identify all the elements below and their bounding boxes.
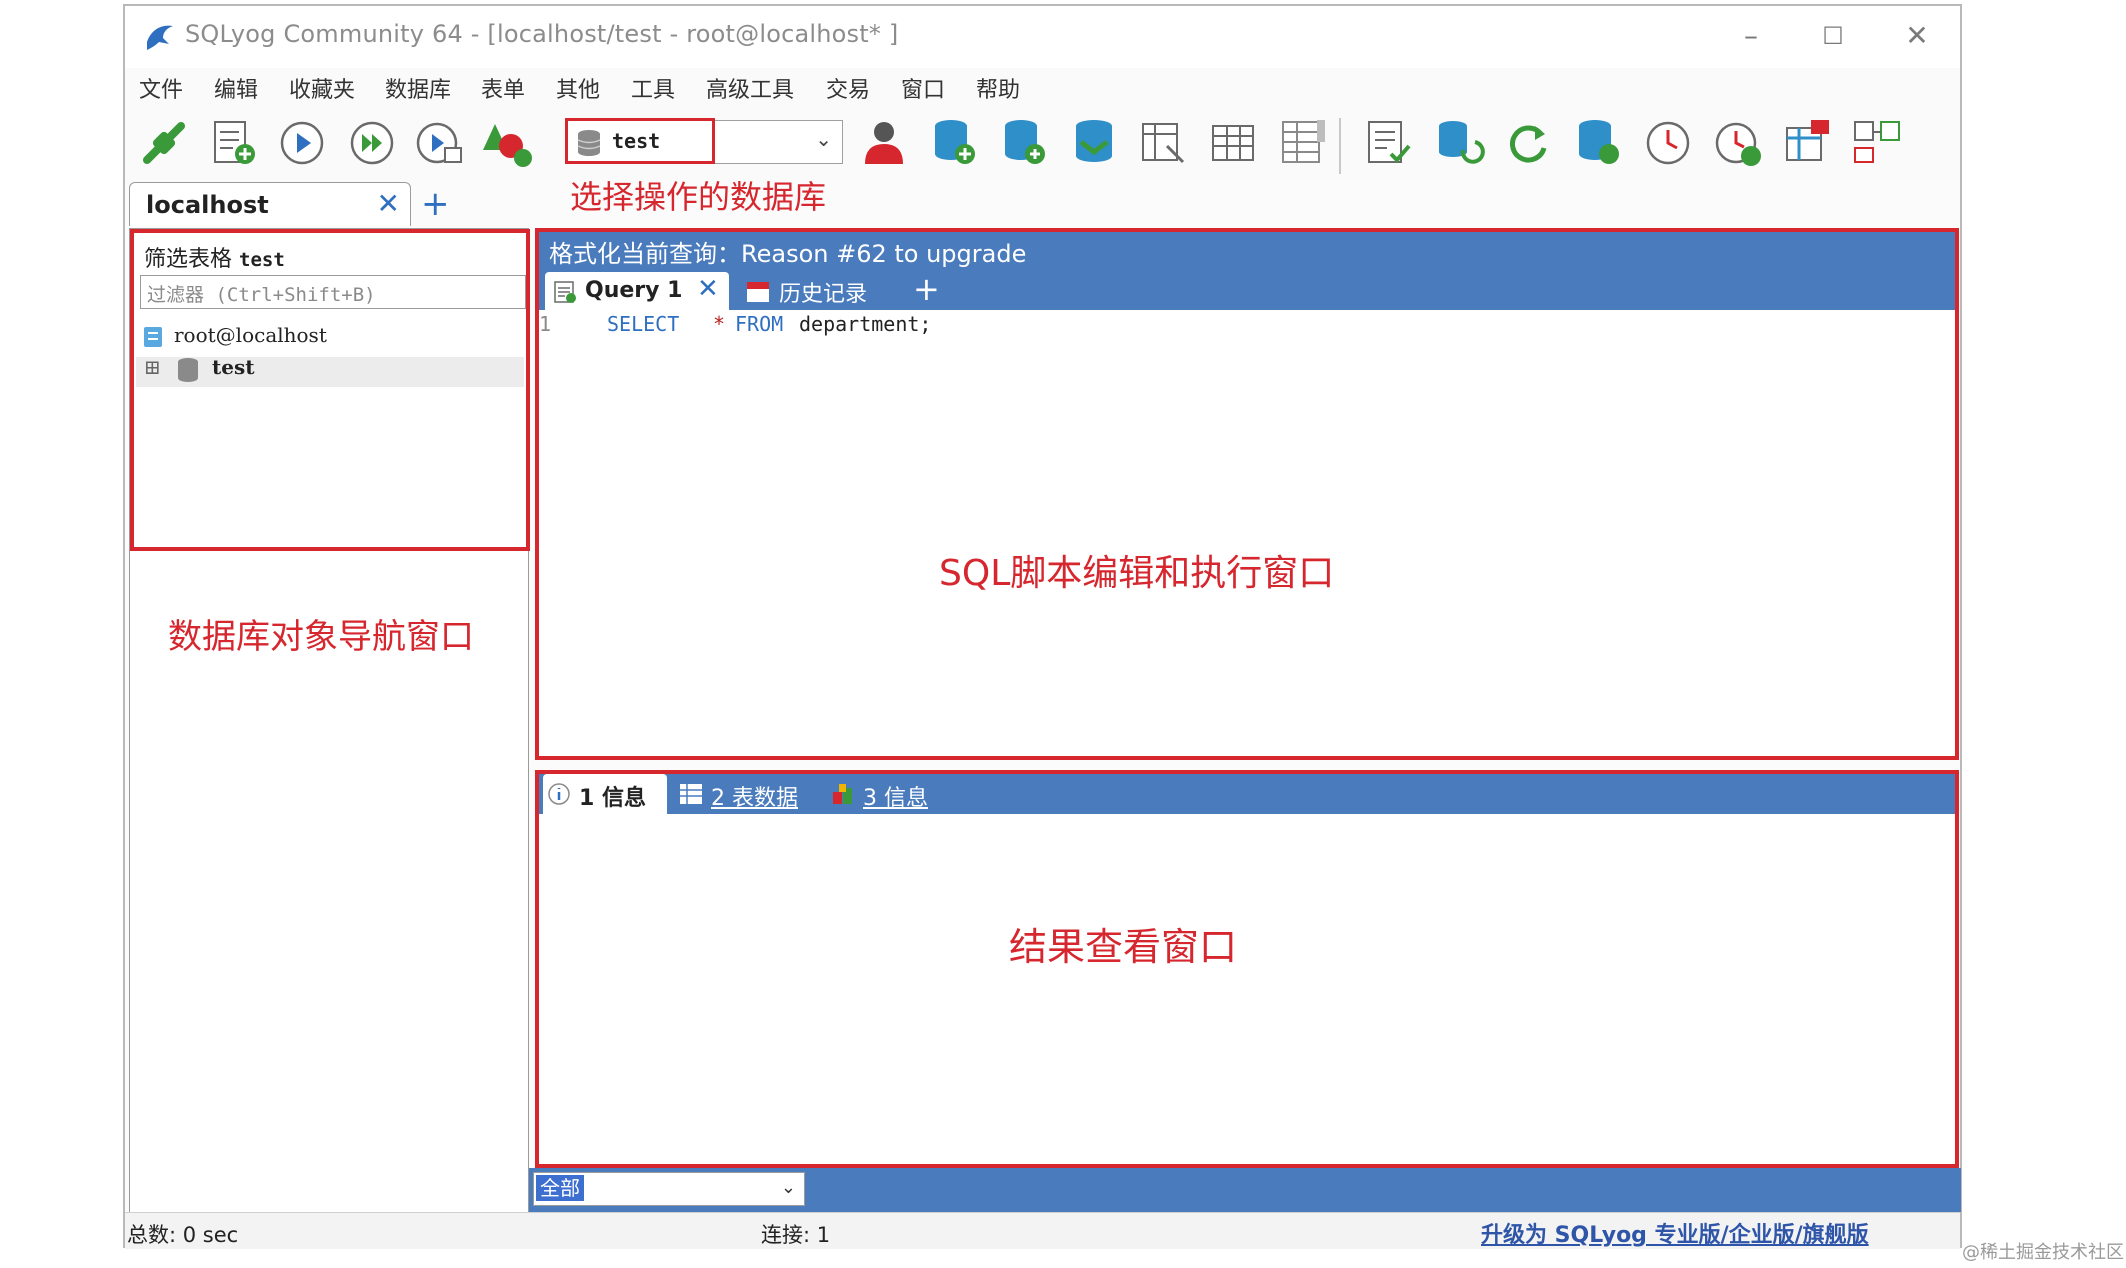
connection-tab-localhost[interactable]: localhost ✕ bbox=[129, 182, 411, 226]
menu-bar: 文件 编辑 收藏夹 数据库 表单 其他 工具 高级工具 交易 窗口 帮助 bbox=[125, 68, 1960, 106]
job-history-icon[interactable] bbox=[1711, 116, 1765, 170]
db-select-highlight bbox=[565, 118, 715, 164]
results-filter-value: 全部 bbox=[536, 1175, 584, 1201]
table-diagnostics-icon[interactable] bbox=[1137, 116, 1191, 170]
menu-database[interactable]: 数据库 bbox=[385, 72, 451, 104]
schema-designer-icon[interactable] bbox=[481, 116, 535, 170]
menu-window[interactable]: 窗口 bbox=[901, 72, 945, 104]
sqlyog-dolphin-icon bbox=[147, 25, 173, 50]
toolbar: test ⌄ bbox=[125, 106, 1960, 182]
server-icon bbox=[144, 327, 162, 347]
annotation-db-select: 选择操作的数据库 bbox=[570, 178, 827, 216]
execute-all-icon[interactable] bbox=[345, 116, 399, 170]
menu-edit[interactable]: 编辑 bbox=[214, 72, 258, 104]
menu-table[interactable]: 表单 bbox=[481, 72, 525, 104]
execute-edit-icon[interactable] bbox=[413, 116, 467, 170]
results-filter-select[interactable]: 全部 ⌄ bbox=[533, 1172, 805, 1206]
column-view-icon[interactable] bbox=[1277, 116, 1331, 170]
menu-favorites[interactable]: 收藏夹 bbox=[289, 72, 355, 104]
filter-input[interactable]: 过滤器 (Ctrl+Shift+B) bbox=[140, 275, 526, 309]
compare-icon[interactable] bbox=[1851, 116, 1905, 170]
menu-help[interactable]: 帮助 bbox=[976, 72, 1020, 104]
status-total-time: 总数: 0 sec bbox=[127, 1223, 239, 1247]
new-connection-icon[interactable] bbox=[137, 116, 191, 170]
menu-transaction[interactable]: 交易 bbox=[826, 72, 870, 104]
filter-db-name: test bbox=[239, 249, 285, 271]
status-connections: 连接: 1 bbox=[761, 1223, 831, 1247]
menu-file[interactable]: 文件 bbox=[139, 72, 183, 104]
query-editor-pane: 格式化当前查询：Reason #62 to upgrade Query 1 ✕ … bbox=[535, 228, 1959, 760]
editor-highlight bbox=[535, 228, 1959, 760]
close-button[interactable]: ✕ bbox=[1889, 14, 1945, 58]
results-filter-strip: 全部 ⌄ bbox=[529, 1168, 1961, 1212]
chevron-down-icon: ⌄ bbox=[780, 1177, 796, 1198]
close-icon[interactable]: ✕ bbox=[377, 187, 400, 220]
title-bar: SQLyog Community 64 - [localhost/test - … bbox=[125, 6, 1960, 68]
maximize-button[interactable]: ☐ bbox=[1805, 14, 1861, 58]
menu-other[interactable]: 其他 bbox=[556, 72, 600, 104]
execute-query-icon[interactable] bbox=[275, 116, 329, 170]
new-query-icon[interactable] bbox=[207, 116, 261, 170]
connection-tab-label: localhost bbox=[146, 191, 269, 219]
status-bar: 总数: 0 sec 连接: 1 升级为 SQLyog 专业版/企业版/旗舰版 bbox=[125, 1212, 1960, 1249]
refresh-icon[interactable] bbox=[1501, 116, 1555, 170]
query-builder-icon[interactable] bbox=[1361, 116, 1415, 170]
create-database-icon[interactable] bbox=[927, 116, 981, 170]
watermark: @稀土掘金技术社区 bbox=[1962, 1242, 2124, 1263]
chevron-down-icon: ⌄ bbox=[815, 127, 832, 151]
alter-database-icon[interactable] bbox=[997, 116, 1051, 170]
filter-label: 筛选表格 test bbox=[144, 247, 285, 272]
menu-tools[interactable]: 工具 bbox=[631, 72, 675, 104]
window-title: SQLyog Community 64 - [localhost/test - … bbox=[185, 20, 899, 48]
tree-item-label: test bbox=[212, 355, 255, 379]
annotation-navigator: 数据库对象导航窗口 bbox=[168, 617, 474, 657]
table-data-icon[interactable] bbox=[1207, 116, 1261, 170]
data-sync-icon[interactable] bbox=[1431, 116, 1485, 170]
tree-item-label: root@localhost bbox=[174, 323, 327, 347]
expand-icon[interactable]: ⊞ bbox=[144, 355, 161, 379]
upgrade-link[interactable]: 升级为 SQLyog 专业版/企业版/旗舰版 bbox=[1481, 1217, 1869, 1249]
object-browser: 筛选表格 test 过滤器 (Ctrl+Shift+B) root@localh… bbox=[129, 228, 530, 1216]
add-connection-tab-button[interactable]: + bbox=[421, 184, 450, 224]
results-pane: 1 信息 2 表数据 3 信息 结果查看窗口 bbox=[535, 770, 1959, 1168]
results-highlight bbox=[535, 770, 1959, 1168]
scheduled-job-icon[interactable] bbox=[1641, 116, 1695, 170]
backup-database-icon[interactable] bbox=[1571, 116, 1625, 170]
toolbar-separator bbox=[1339, 118, 1341, 174]
database-sync-icon[interactable] bbox=[1067, 116, 1121, 170]
database-icon bbox=[178, 358, 198, 382]
app-window: SQLyog Community 64 - [localhost/test - … bbox=[123, 4, 1962, 1249]
menu-advanced-tools[interactable]: 高级工具 bbox=[706, 72, 794, 104]
minimize-button[interactable]: – bbox=[1723, 14, 1779, 58]
user-manager-icon[interactable] bbox=[857, 116, 911, 170]
schema-sync-icon[interactable] bbox=[1781, 116, 1835, 170]
